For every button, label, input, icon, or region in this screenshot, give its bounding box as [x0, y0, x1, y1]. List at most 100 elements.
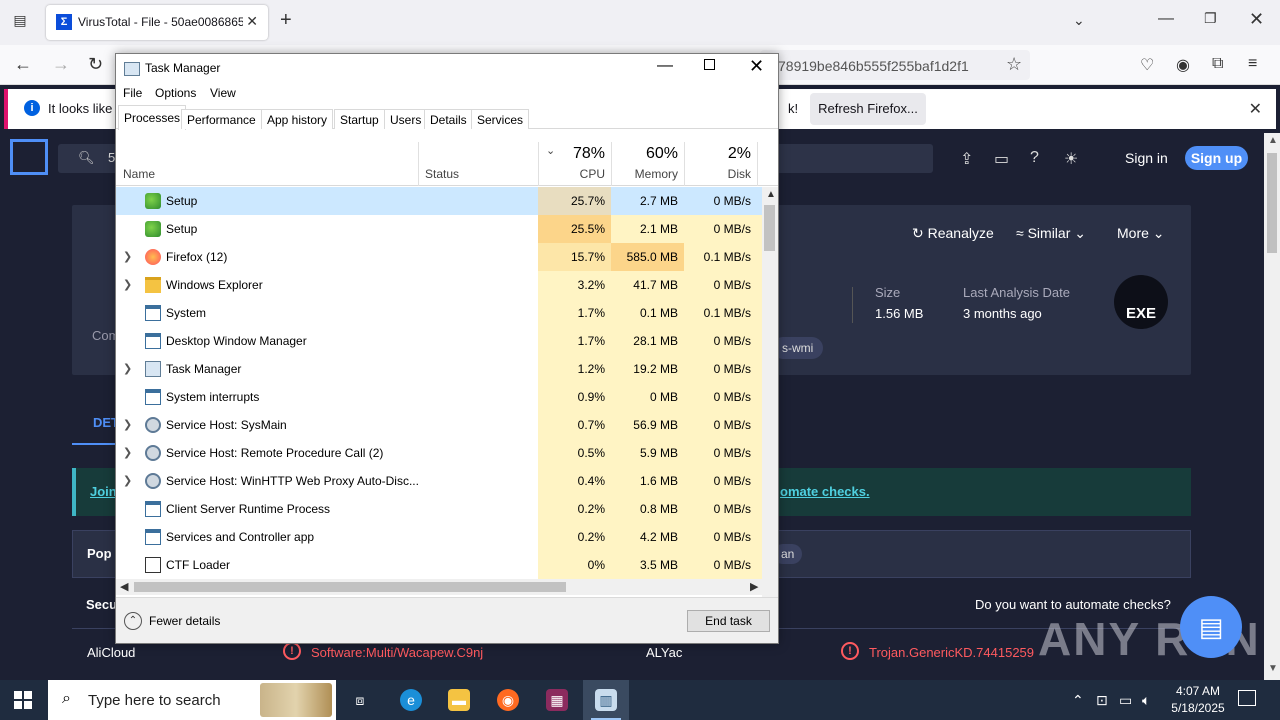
column-separator[interactable] — [757, 142, 758, 186]
chevron-up-icon[interactable]: ⌃ — [124, 612, 142, 630]
task-view-icon[interactable]: ⧈ — [337, 680, 383, 720]
theme-toggle-icon[interactable]: ☀ — [1064, 149, 1078, 169]
process-name-cell[interactable]: ❯ Service Host: Remote Procedure Call (2) — [116, 439, 538, 467]
refresh-firefox-button[interactable]: Refresh Firefox... — [810, 93, 926, 125]
close-icon[interactable]: ✕ — [749, 56, 764, 77]
process-name-cell[interactable]: Client Server Runtime Process — [116, 495, 538, 523]
process-name-cell[interactable]: Setup — [116, 187, 538, 215]
volume-icon[interactable]: 🔈︎ — [1142, 692, 1150, 709]
process-name-cell[interactable]: System — [116, 299, 538, 327]
process-row[interactable]: Services and Controller app 0.2% 4.2 MB 0 M… — [116, 523, 762, 551]
bookmark-star-icon[interactable]: ☆ — [1006, 54, 1022, 75]
tab-performance[interactable]: Performance — [181, 109, 262, 129]
process-row[interactable]: ❯ Task Manager 1.2% 19.2 MB 0 MB/s — [116, 355, 762, 383]
process-row[interactable]: ❯ Firefox (12) 15.7% 585.0 MB 0.1 MB/s — [116, 243, 762, 271]
menu-icon[interactable]: ≡ — [1248, 55, 1257, 73]
process-list-hscrollbar[interactable]: ◀ ▶ — [116, 579, 762, 595]
hscroll-thumb[interactable] — [134, 582, 566, 592]
tab-services[interactable]: Services — [471, 109, 530, 129]
process-row[interactable]: Setup 25.5% 2.1 MB 0 MB/s — [116, 215, 762, 243]
process-row[interactable]: CTF Loader 0% 3.5 MB 0 MB/s — [116, 551, 762, 579]
expand-chevron-icon[interactable]: ❯ — [123, 278, 132, 291]
task-manager-taskbar-icon[interactable]: ▥ — [583, 680, 629, 720]
sign-in-link[interactable]: Sign in — [1125, 150, 1168, 166]
process-name-cell[interactable]: ❯ Service Host: WinHTTP Web Proxy Auto-Di… — [116, 467, 538, 495]
clock-date[interactable]: 5/18/2025 — [1166, 701, 1230, 715]
column-separator[interactable] — [418, 142, 419, 186]
page-scrollbar[interactable]: ▲ ▼ — [1264, 133, 1280, 680]
taskbar-search-box[interactable]: ⌕ Type here to search — [48, 680, 336, 720]
process-name-cell[interactable]: ❯ Task Manager — [116, 355, 538, 383]
disk-total[interactable]: 2% — [684, 145, 751, 163]
tab-processes[interactable]: Processes — [118, 105, 187, 130]
tab-app-history[interactable]: App history — [261, 109, 334, 129]
vscroll-thumb[interactable] — [764, 205, 775, 251]
menu-file[interactable]: File — [123, 86, 142, 100]
process-row[interactable]: Setup 25.7% 2.7 MB 0 MB/s — [116, 187, 762, 215]
reanalyze-button[interactable]: ↻ Reanalyze — [912, 225, 994, 242]
virustotal-logo-icon[interactable] — [10, 139, 48, 175]
process-name-cell[interactable]: ❯ Firefox (12) — [116, 243, 538, 271]
expand-chevron-icon[interactable]: ❯ — [123, 474, 132, 487]
process-row[interactable]: Client Server Runtime Process 0.2% 0.8 MB 0… — [116, 495, 762, 523]
list-all-tabs-icon[interactable]: ⌄ — [1073, 12, 1085, 29]
help-icon[interactable]: ? — [1030, 149, 1039, 167]
pocket-icon[interactable]: ♡ — [1140, 55, 1154, 75]
tag-chip[interactable]: s-wmi — [772, 337, 824, 359]
process-name-cell[interactable]: System interrupts — [116, 383, 538, 411]
column-status[interactable]: Status — [425, 167, 459, 181]
reload-icon[interactable]: ↻ — [88, 54, 103, 75]
sign-up-button[interactable]: Sign up — [1185, 146, 1248, 170]
firefox-icon[interactable]: ◉ — [485, 680, 531, 720]
scroll-left-icon[interactable]: ◀ — [120, 580, 128, 593]
tab-startup[interactable]: Startup — [334, 109, 385, 129]
upload-icon[interactable]: ⇪ — [960, 149, 973, 169]
scroll-up-icon[interactable]: ▲ — [1268, 135, 1278, 146]
process-row[interactable]: Desktop Window Manager 1.7% 28.1 MB 0 MB/s — [116, 327, 762, 355]
browser-restore-icon[interactable]: ❐ — [1204, 10, 1217, 27]
process-name-cell[interactable]: Desktop Window Manager — [116, 327, 538, 355]
back-icon[interactable]: ← — [14, 54, 32, 75]
expand-chevron-icon[interactable]: ❯ — [123, 362, 132, 375]
column-cpu[interactable]: CPU — [538, 167, 605, 181]
process-list-vscrollbar[interactable]: ▲ ▼ — [762, 187, 778, 632]
tab-close-icon[interactable]: ✕ — [246, 13, 258, 30]
chat-support-icon[interactable]: ▤ — [1180, 596, 1242, 658]
browser-close-icon[interactable]: ✕ — [1249, 9, 1264, 30]
minimize-icon[interactable]: — — [657, 57, 673, 75]
network-icon[interactable]: ▭ — [1119, 692, 1132, 709]
browser-minimize-icon[interactable]: — — [1158, 10, 1174, 28]
menu-view[interactable]: View — [210, 86, 236, 100]
file-explorer-icon[interactable]: ▬ — [436, 680, 482, 720]
scroll-right-icon[interactable]: ▶ — [750, 580, 758, 593]
memory-total[interactable]: 60% — [611, 145, 678, 163]
expand-chevron-icon[interactable]: ❯ — [123, 446, 132, 459]
expand-chevron-icon[interactable]: ❯ — [123, 250, 132, 263]
url-bar[interactable]: 78919be846b555f255baf1d2f1 ☆ — [760, 50, 1030, 80]
maximize-icon[interactable] — [704, 59, 715, 70]
process-name-cell[interactable]: Setup — [116, 215, 538, 243]
process-name-cell[interactable]: ❯ Windows Explorer — [116, 271, 538, 299]
process-row[interactable]: ❯ Service Host: SysMain 0.7% 56.9 MB 0 MB/s — [116, 411, 762, 439]
account-icon[interactable]: ◉ — [1176, 55, 1190, 75]
clock-time[interactable]: 4:07 AM — [1172, 684, 1224, 698]
process-row[interactable]: ❯ Windows Explorer 3.2% 41.7 MB 0 MB/s — [116, 271, 762, 299]
tray-chevron-up-icon[interactable]: ⌃ — [1072, 692, 1084, 709]
process-row[interactable]: System 1.7% 0.1 MB 0.1 MB/s — [116, 299, 762, 327]
end-task-button[interactable]: End task — [687, 610, 770, 632]
cpu-total[interactable]: 78% — [538, 145, 605, 163]
expand-chevron-icon[interactable]: ❯ — [123, 418, 132, 431]
process-name-cell[interactable]: CTF Loader — [116, 551, 538, 579]
process-row[interactable]: ❯ Service Host: Remote Procedure Call (2)… — [116, 439, 762, 467]
column-memory[interactable]: Memory — [611, 167, 678, 181]
fewer-details-link[interactable]: Fewer details — [149, 614, 220, 628]
network-drive-icon[interactable]: ⊡ — [1096, 692, 1108, 709]
similar-button[interactable]: ≈ Similar ⌄ — [1016, 225, 1086, 242]
process-row[interactable]: System interrupts 0.9% 0 MB 0 MB/s — [116, 383, 762, 411]
browser-tab[interactable]: Σ VirusTotal - File - 50ae00868658 ✕ — [46, 5, 268, 40]
extensions-icon[interactable]: ⧉ — [1212, 55, 1223, 73]
process-name-cell[interactable]: ❯ Service Host: SysMain — [116, 411, 538, 439]
tab-users[interactable]: Users — [384, 109, 428, 129]
winrar-icon[interactable]: ▦ — [534, 680, 580, 720]
process-row[interactable]: ❯ Service Host: WinHTTP Web Proxy Auto-Di… — [116, 467, 762, 495]
